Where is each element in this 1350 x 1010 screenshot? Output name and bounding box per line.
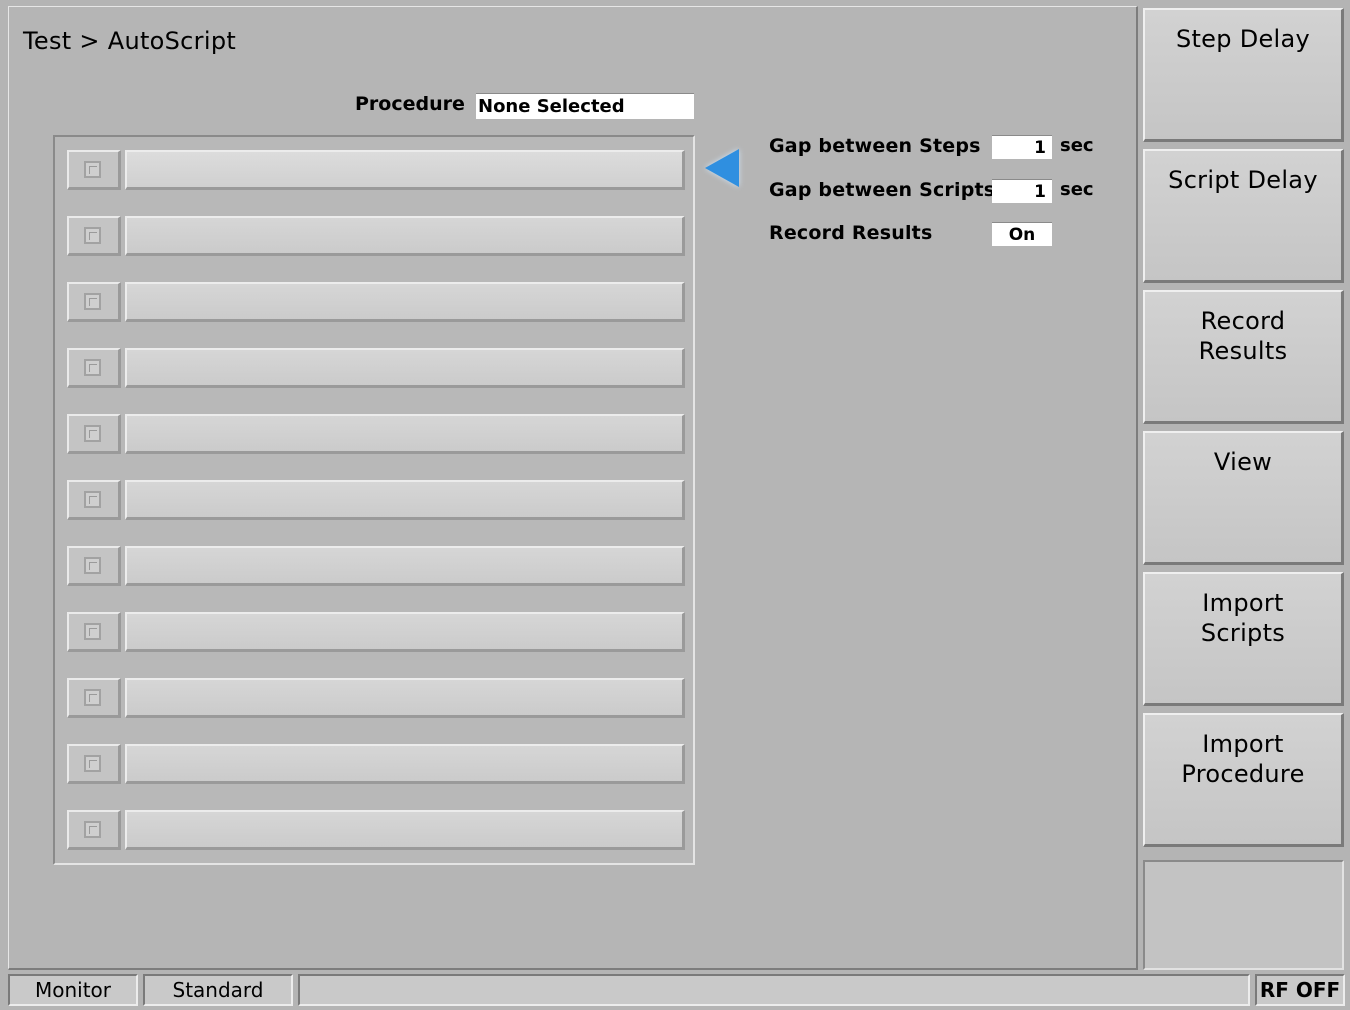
script-row[interactable]: [63, 805, 687, 861]
script-row-checkbox[interactable]: [67, 678, 121, 718]
script-row-name[interactable]: [125, 216, 685, 256]
status-bar: Monitor Standard RF OFF: [0, 970, 1350, 1010]
checkbox-icon: [84, 161, 101, 178]
checkbox-icon: [84, 557, 101, 574]
softkey-label: Step Delay: [1175, 25, 1311, 53]
import-scripts-button[interactable]: Import Scripts: [1143, 572, 1344, 706]
main-panel: Test > AutoScript Procedure None Selecte…: [8, 6, 1138, 970]
softkey-panel: Step Delay Script Delay Record Results V…: [1139, 6, 1348, 970]
status-message: [298, 974, 1250, 1006]
script-delay-button[interactable]: Script Delay: [1143, 149, 1344, 283]
script-row[interactable]: [63, 475, 687, 531]
script-row[interactable]: [63, 277, 687, 333]
script-row[interactable]: [63, 607, 687, 663]
view-button[interactable]: View: [1143, 431, 1344, 565]
script-row-checkbox[interactable]: [67, 150, 121, 190]
record-results-field[interactable]: On: [992, 222, 1052, 246]
softkey-label: Record: [1200, 307, 1286, 335]
softkey-label: Scripts: [1200, 619, 1286, 647]
checkbox-icon: [84, 623, 101, 640]
checkbox-icon: [84, 755, 101, 772]
procedure-label: Procedure: [355, 93, 465, 115]
script-row-checkbox[interactable]: [67, 348, 121, 388]
script-row-checkbox[interactable]: [67, 216, 121, 256]
record-results-button[interactable]: Record Results: [1143, 290, 1344, 424]
script-row-checkbox[interactable]: [67, 612, 121, 652]
gap-steps-field[interactable]: 1: [992, 135, 1052, 159]
gap-steps-unit: sec: [1060, 135, 1094, 156]
script-row-name[interactable]: [125, 810, 685, 850]
import-procedure-button[interactable]: Import Procedure: [1143, 713, 1344, 847]
gap-steps-label: Gap between Steps: [769, 135, 981, 157]
script-row[interactable]: [63, 739, 687, 795]
gap-scripts-unit: sec: [1060, 179, 1094, 200]
script-row-name[interactable]: [125, 480, 685, 520]
status-standard[interactable]: Standard: [143, 974, 293, 1006]
script-row-checkbox[interactable]: [67, 282, 121, 322]
status-mode[interactable]: Monitor: [8, 974, 138, 1006]
checkbox-icon: [84, 359, 101, 376]
softkey-label: View: [1213, 448, 1273, 476]
script-row-checkbox[interactable]: [67, 744, 121, 784]
script-row[interactable]: [63, 211, 687, 267]
softkey-label: Procedure: [1181, 760, 1305, 788]
gap-scripts-label: Gap between Scripts: [769, 179, 996, 201]
procedure-field[interactable]: None Selected: [476, 93, 694, 119]
script-row-checkbox[interactable]: [67, 810, 121, 850]
script-row-checkbox[interactable]: [67, 546, 121, 586]
script-row-name[interactable]: [125, 348, 685, 388]
checkbox-icon: [84, 293, 101, 310]
script-row-name[interactable]: [125, 414, 685, 454]
softkey-label: Results: [1198, 337, 1288, 365]
checkbox-icon: [84, 689, 101, 706]
checkbox-icon: [84, 227, 101, 244]
checkbox-icon: [84, 491, 101, 508]
step-delay-button[interactable]: Step Delay: [1143, 8, 1344, 142]
script-row-name[interactable]: [125, 612, 685, 652]
script-row[interactable]: [63, 145, 687, 201]
status-rf: RF OFF: [1255, 974, 1345, 1006]
checkbox-icon: [84, 425, 101, 442]
left-pointing-triangle-icon: [705, 149, 739, 187]
checkbox-icon: [84, 821, 101, 838]
script-row-checkbox[interactable]: [67, 414, 121, 454]
script-list: [53, 135, 695, 865]
softkey-label: Import: [1202, 589, 1284, 617]
script-row-checkbox[interactable]: [67, 480, 121, 520]
script-row[interactable]: [63, 541, 687, 597]
softkey-label: Script Delay: [1168, 166, 1318, 194]
breadcrumb: Test > AutoScript: [23, 27, 237, 55]
script-row-name[interactable]: [125, 282, 685, 322]
script-row-name[interactable]: [125, 150, 685, 190]
script-row[interactable]: [63, 673, 687, 729]
script-row[interactable]: [63, 409, 687, 465]
gap-scripts-field[interactable]: 1: [992, 179, 1052, 203]
script-row-name[interactable]: [125, 744, 685, 784]
softkey-label: Import: [1202, 730, 1284, 758]
record-results-label: Record Results: [769, 222, 933, 244]
script-row-name[interactable]: [125, 678, 685, 718]
script-row[interactable]: [63, 343, 687, 399]
script-row-name[interactable]: [125, 546, 685, 586]
softkey-blank: [1143, 860, 1344, 970]
